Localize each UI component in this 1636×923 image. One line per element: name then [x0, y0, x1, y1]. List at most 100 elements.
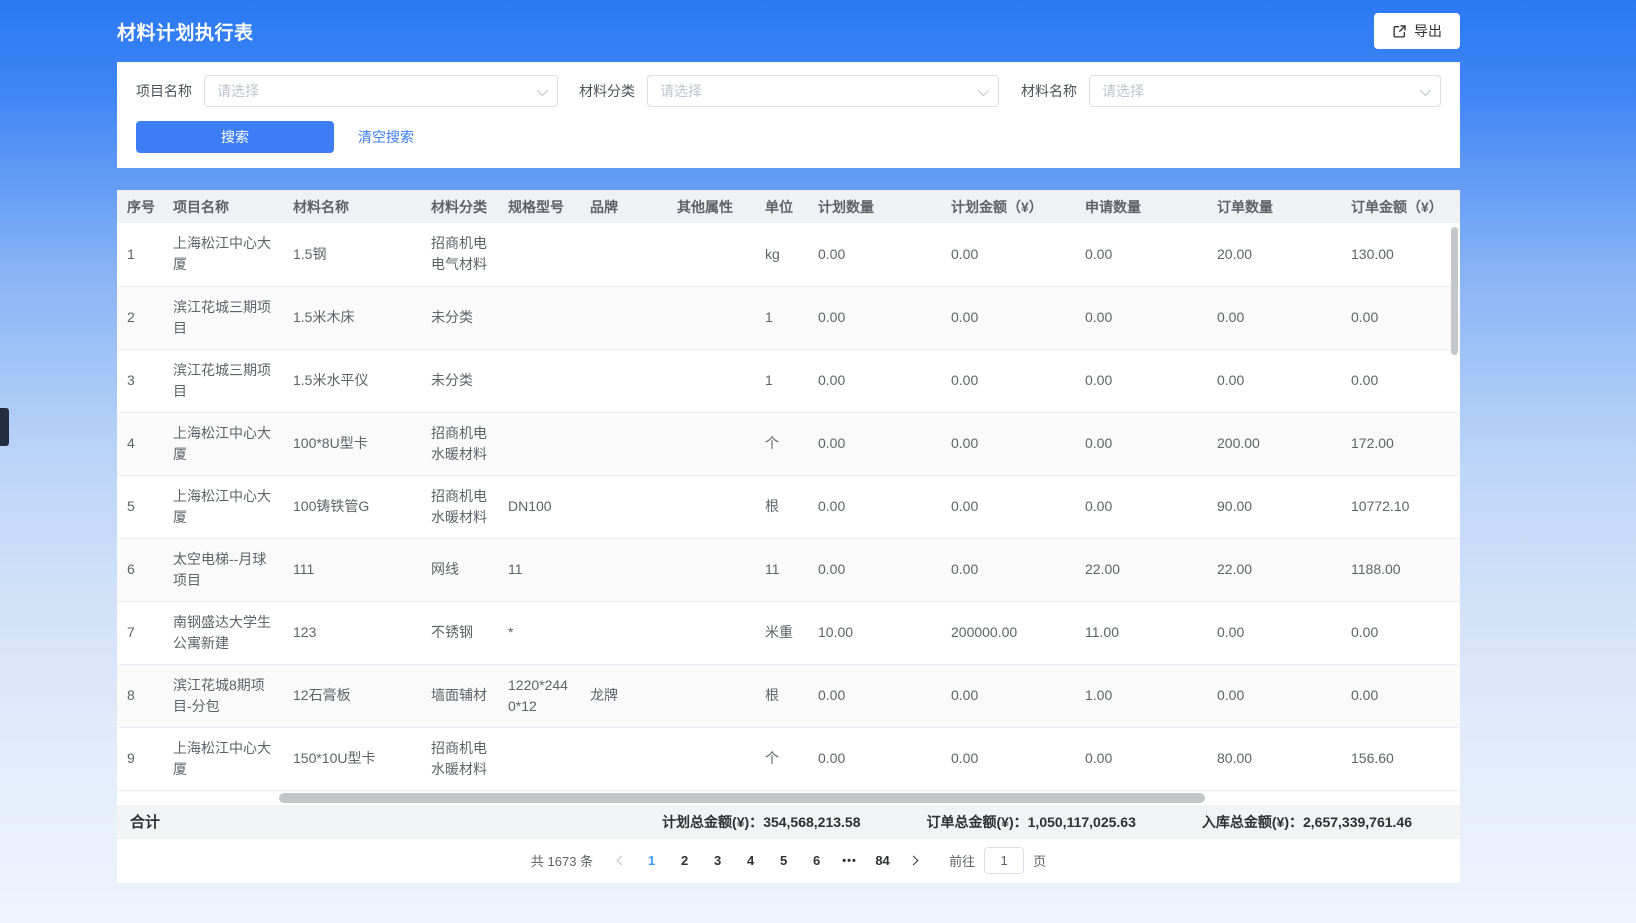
- table-cell: 10772.10: [1341, 475, 1460, 538]
- table-cell: 200.00: [1207, 412, 1341, 475]
- table-row: 4上海松江中心大厦100*8U型卡招商机电水暖材料个0.000.000.0020…: [117, 412, 1460, 475]
- table-cell: 0.00: [1075, 475, 1207, 538]
- material-name-label: 材料名称: [1021, 81, 1077, 101]
- table-cell: 1: [117, 223, 163, 286]
- page-suffix-label: 页: [1033, 851, 1046, 870]
- pagination-ellipsis[interactable]: •••: [833, 847, 866, 875]
- vertical-scrollbar-thumb[interactable]: [1451, 227, 1458, 355]
- table-cell: 招商机电水暖材料: [421, 727, 498, 790]
- table-cell: 0.00: [808, 286, 941, 349]
- project-name-select[interactable]: 请选择: [204, 75, 558, 107]
- table-cell: 156.60: [1341, 727, 1460, 790]
- column-header: 规格型号: [498, 190, 580, 223]
- table-cell: 0.00: [1207, 349, 1341, 412]
- material-category-select[interactable]: 请选择: [647, 75, 999, 107]
- horizontal-scrollbar-thumb[interactable]: [279, 793, 1205, 803]
- table-cell: 1.5钢: [283, 223, 421, 286]
- plan-total-amount: 计划总金额(¥)：354,568,213.58: [662, 812, 860, 832]
- table-cell: 1: [755, 286, 808, 349]
- table-cell: 0.00: [1207, 601, 1341, 664]
- table-cell: [667, 727, 755, 790]
- table-cell: 0.00: [808, 664, 941, 727]
- column-header: 计划金额（¥）: [941, 190, 1075, 223]
- next-page-button[interactable]: [899, 847, 927, 875]
- table-cell: 招商机电水暖材料: [421, 475, 498, 538]
- pagination-page-84[interactable]: 84: [866, 847, 899, 875]
- table-cell: kg: [755, 223, 808, 286]
- table-cell: 0.00: [1207, 664, 1341, 727]
- table-cell: 根: [755, 664, 808, 727]
- table-cell: 90.00: [1207, 475, 1341, 538]
- column-header: 单位: [755, 190, 808, 223]
- clear-search-link[interactable]: 清空搜索: [358, 127, 414, 147]
- table-cell: 1.5米木床: [283, 286, 421, 349]
- table-cell: 太空电梯--月球项目: [163, 538, 283, 601]
- pagination-pages: 123456•••84: [635, 847, 899, 875]
- table-cell: 6: [117, 538, 163, 601]
- table-cell: [667, 223, 755, 286]
- table-cell: 0.00: [1075, 223, 1207, 286]
- table-cell: 172.00: [1341, 412, 1460, 475]
- table-cell: 0.00: [941, 412, 1075, 475]
- table-cell: 20.00: [1207, 223, 1341, 286]
- column-header: 品牌: [580, 190, 667, 223]
- chevron-down-icon: [978, 85, 989, 96]
- column-header: 材料分类: [421, 190, 498, 223]
- table-cell: 11.00: [1075, 601, 1207, 664]
- pagination: 共 1673 条 123456•••84 前往 页: [117, 839, 1460, 883]
- pagination-page-1[interactable]: 1: [635, 847, 668, 875]
- sidebar-collapse-handle[interactable]: [0, 408, 9, 446]
- table-cell: 上海松江中心大厦: [163, 223, 283, 286]
- table-cell: 130.00: [1341, 223, 1460, 286]
- table-cell: DN100: [498, 475, 580, 538]
- table-cell: 上海松江中心大厦: [163, 475, 283, 538]
- chevron-right-icon: [909, 855, 919, 865]
- table-cell: 0.00: [808, 412, 941, 475]
- pagination-page-3[interactable]: 3: [701, 847, 734, 875]
- goto-page-input[interactable]: [984, 847, 1024, 874]
- table-cell: [580, 349, 667, 412]
- table-cell: 网线: [421, 538, 498, 601]
- table-cell: 南钢盛达大学生公寓新建: [163, 601, 283, 664]
- table-cell: [580, 475, 667, 538]
- table-cell: 未分类: [421, 286, 498, 349]
- pagination-page-2[interactable]: 2: [668, 847, 701, 875]
- table-cell: 0.00: [808, 538, 941, 601]
- table-cell: 0.00: [941, 223, 1075, 286]
- column-header: 项目名称: [163, 190, 283, 223]
- table-cell: 上海松江中心大厦: [163, 727, 283, 790]
- table-row: 6太空电梯--月球项目111网线11110.000.0022.0022.0011…: [117, 538, 1460, 601]
- table-cell: *: [498, 601, 580, 664]
- inbound-total-amount: 入库总金额(¥)：2,657,339,761.46: [1202, 812, 1412, 832]
- material-category-placeholder: 请选择: [660, 81, 702, 101]
- pagination-page-4[interactable]: 4: [734, 847, 767, 875]
- pagination-page-5[interactable]: 5: [767, 847, 800, 875]
- table-cell: [498, 727, 580, 790]
- table-cell: [667, 349, 755, 412]
- table-cell: [580, 286, 667, 349]
- table-cell: 10.00: [808, 601, 941, 664]
- project-name-placeholder: 请选择: [217, 81, 259, 101]
- material-category-label: 材料分类: [579, 81, 635, 101]
- table-cell: 0.00: [808, 727, 941, 790]
- table-cell: 1220*2440*12: [498, 664, 580, 727]
- chevron-down-icon: [1420, 85, 1431, 96]
- material-name-select[interactable]: 请选择: [1089, 75, 1441, 107]
- column-header: 材料名称: [283, 190, 421, 223]
- pagination-page-6[interactable]: 6: [800, 847, 833, 875]
- export-button[interactable]: 导出: [1374, 13, 1460, 49]
- table-cell: 0.00: [941, 349, 1075, 412]
- table-cell: 1.5米水平仪: [283, 349, 421, 412]
- table-row: 7南钢盛达大学生公寓新建123不锈钢*米重10.00200000.0011.00…: [117, 601, 1460, 664]
- table-cell: 0.00: [1341, 349, 1460, 412]
- table-cell: 0.00: [808, 349, 941, 412]
- table-cell: 4: [117, 412, 163, 475]
- export-icon: [1392, 24, 1407, 39]
- table-cell: 111: [283, 538, 421, 601]
- table-cell: 根: [755, 475, 808, 538]
- export-button-label: 导出: [1414, 21, 1442, 41]
- table-cell: 11: [755, 538, 808, 601]
- previous-page-button[interactable]: [607, 847, 635, 875]
- search-button[interactable]: 搜索: [136, 121, 334, 153]
- chevron-down-icon: [537, 85, 548, 96]
